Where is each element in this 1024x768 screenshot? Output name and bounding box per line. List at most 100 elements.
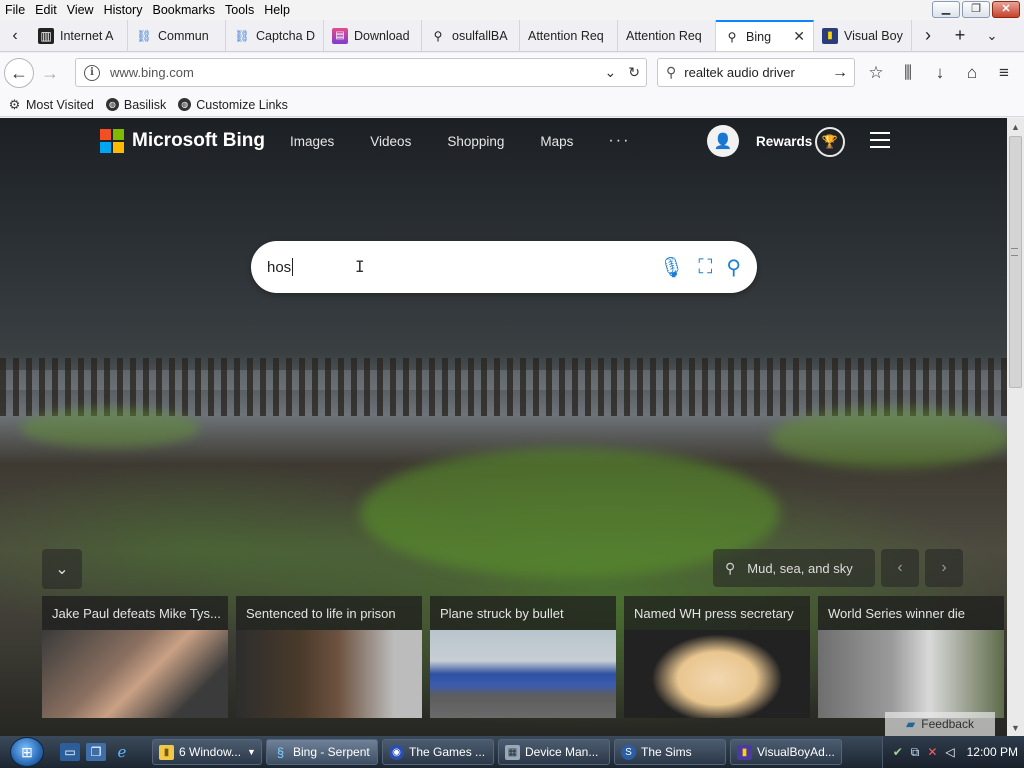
downloads-icon[interactable]: ↓ bbox=[924, 57, 956, 89]
browser-search-bar[interactable]: ⚲ realtek audio driver → bbox=[657, 58, 855, 87]
chevron-down-icon[interactable]: ⌄ bbox=[605, 64, 617, 81]
tab-attention-2[interactable]: Attention Req bbox=[618, 20, 716, 51]
close-window-button[interactable]: ✕ bbox=[992, 1, 1020, 18]
next-image-button[interactable]: › bbox=[925, 549, 963, 587]
back-button[interactable]: ← bbox=[4, 58, 34, 88]
search-icon: ⚲ bbox=[666, 64, 677, 80]
restore-button[interactable]: ❐ bbox=[962, 1, 990, 18]
browser-search-value[interactable]: realtek audio driver bbox=[684, 65, 795, 80]
microphone-icon[interactable]: 🎙 bbox=[659, 255, 684, 280]
library-icon[interactable]: ⫼ bbox=[892, 57, 924, 89]
scrollbar-thumb[interactable] bbox=[1009, 136, 1022, 388]
news-card[interactable]: Plane struck by bullet bbox=[430, 596, 616, 718]
taskbar-the-games[interactable]: ◉ The Games ... bbox=[382, 739, 494, 765]
news-card[interactable]: Sentenced to life in prison bbox=[236, 596, 422, 718]
menu-bar: File Edit View History Bookmarks Tools H… bbox=[0, 0, 1024, 20]
news-card[interactable]: Named WH press secretary bbox=[624, 596, 810, 718]
news-title: World Series winner die bbox=[828, 605, 966, 621]
menu-file[interactable]: File bbox=[0, 3, 30, 17]
hamburger-menu-icon[interactable]: ≡ bbox=[988, 57, 1020, 89]
taskbar-visualboyadvance[interactable]: ▮ VisualBoyAd... bbox=[730, 739, 842, 765]
taskbar-clock[interactable]: 12:00 PM bbox=[967, 745, 1018, 759]
bing-menu-icon[interactable] bbox=[870, 132, 890, 148]
tab-attention-1[interactable]: Attention Req bbox=[520, 20, 618, 51]
tab-scroll-left-button[interactable]: ‹ bbox=[0, 20, 30, 51]
nav-videos[interactable]: Videos bbox=[370, 134, 411, 149]
forward-button[interactable]: → bbox=[34, 57, 66, 89]
bookmark-most-visited[interactable]: ⚙ Most Visited bbox=[8, 98, 94, 112]
nav-shopping[interactable]: Shopping bbox=[447, 134, 504, 149]
volume-muted-icon[interactable]: ✕ bbox=[927, 745, 937, 759]
feedback-button[interactable]: ▰ Feedback bbox=[885, 712, 995, 736]
tab-internet-archive[interactable]: ▥ Internet A bbox=[30, 20, 128, 51]
home-icon[interactable]: ⌂ bbox=[956, 57, 988, 89]
switch-windows-icon[interactable]: ❐ bbox=[86, 743, 106, 761]
text-cursor-icon: I bbox=[355, 257, 365, 276]
url-text[interactable]: www.bing.com bbox=[110, 65, 194, 80]
search-go-icon[interactable]: → bbox=[832, 64, 848, 82]
safely-remove-hardware-icon[interactable]: ✔ bbox=[893, 745, 903, 759]
tab-visual-boy[interactable]: ▮ Visual Boy bbox=[814, 20, 912, 51]
tab-osulfall[interactable]: ⚲ osulfallBA bbox=[422, 20, 520, 51]
bing-search-box[interactable]: hos I 🎙 ⛶ ⚲ bbox=[251, 241, 757, 293]
nav-maps[interactable]: Maps bbox=[540, 134, 573, 149]
scroll-down-icon[interactable]: ▼ bbox=[1007, 719, 1024, 736]
url-bar[interactable]: i www.bing.com ⌄ ↻ bbox=[75, 58, 647, 87]
search-icon[interactable]: ⚲ bbox=[726, 255, 741, 280]
image-location-info[interactable]: ⚲ Mud, sea, and sky bbox=[713, 549, 875, 587]
minimize-button[interactable]: ▁ bbox=[932, 1, 960, 18]
tab-download[interactable]: ▤ Download bbox=[324, 20, 422, 51]
bing-homepage: Microsoft Bing Images Videos Shopping Ma… bbox=[0, 118, 1007, 736]
previous-image-button[interactable]: ‹ bbox=[881, 549, 919, 587]
all-tabs-button[interactable]: ⌄ bbox=[976, 20, 1008, 51]
bing-logo[interactable]: Microsoft Bing bbox=[100, 129, 265, 153]
bookmark-customize-links[interactable]: ◍ Customize Links bbox=[178, 98, 288, 112]
windows-logo-icon: ⊞ bbox=[21, 743, 33, 760]
menu-edit[interactable]: Edit bbox=[30, 3, 62, 17]
tab-captcha[interactable]: ⛓ Captcha D bbox=[226, 20, 324, 51]
news-title: Sentenced to life in prison bbox=[246, 605, 396, 621]
news-card[interactable]: World Series winner die bbox=[818, 596, 1004, 718]
network-icon[interactable]: ⧉ bbox=[911, 745, 920, 760]
news-title: Jake Paul defeats Mike Tys... bbox=[52, 605, 221, 621]
bing-search-input[interactable]: hos bbox=[267, 259, 291, 276]
bookmark-basilisk[interactable]: ◍ Basilisk bbox=[105, 98, 166, 112]
taskbar-windows-group[interactable]: ▮ 6 Window... ▼ bbox=[152, 739, 262, 765]
new-tab-button[interactable]: + bbox=[944, 20, 976, 51]
bookmark-star-icon[interactable]: ☆ bbox=[860, 57, 892, 89]
menu-help[interactable]: Help bbox=[259, 3, 295, 17]
network-icon: ⛓ bbox=[234, 28, 250, 43]
more-nav-icon[interactable]: ··· bbox=[608, 132, 630, 150]
taskbar-the-sims[interactable]: S The Sims bbox=[614, 739, 726, 765]
tab-community[interactable]: ⛓ Commun bbox=[128, 20, 226, 51]
vertical-scrollbar[interactable]: ▲ ▼ bbox=[1007, 118, 1024, 736]
profile-avatar[interactable]: 👤 bbox=[707, 125, 739, 157]
system-tray: ✔ ⧉ ✕ ◁ 12:00 PM bbox=[881, 736, 1024, 768]
collapse-news-button[interactable]: ⌄ bbox=[42, 549, 82, 589]
taskbar-bing-serpent[interactable]: § Bing - Serpent bbox=[266, 739, 378, 765]
volume-icon[interactable]: ◁ bbox=[945, 745, 954, 759]
image-location-text: Mud, sea, and sky bbox=[747, 560, 853, 576]
scroll-up-icon[interactable]: ▲ bbox=[1007, 118, 1024, 135]
menu-view[interactable]: View bbox=[62, 3, 99, 17]
site-info-icon[interactable]: i bbox=[84, 64, 100, 81]
tab-scroll-right-button[interactable]: › bbox=[912, 20, 944, 51]
start-button[interactable]: ⊞ bbox=[10, 737, 44, 767]
user-icon: 👤 bbox=[713, 133, 733, 150]
taskbar-device-manager[interactable]: ▦ Device Man... bbox=[498, 739, 610, 765]
close-tab-icon[interactable]: ✕ bbox=[793, 28, 805, 45]
visual-search-icon[interactable]: ⛶ bbox=[698, 256, 712, 279]
reload-icon[interactable]: ↻ bbox=[628, 64, 640, 81]
internet-explorer-icon[interactable]: ℯ bbox=[112, 743, 132, 761]
rewards-link[interactable]: Rewards bbox=[756, 134, 812, 149]
menu-bookmarks[interactable]: Bookmarks bbox=[147, 3, 220, 17]
menu-history[interactable]: History bbox=[99, 3, 148, 17]
globe-icon: ◍ bbox=[178, 98, 192, 111]
tab-bing[interactable]: ⚲ Bing ✕ bbox=[716, 20, 814, 51]
nav-images[interactable]: Images bbox=[290, 134, 334, 149]
trophy-icon[interactable]: 🏆 bbox=[815, 127, 845, 157]
news-image bbox=[430, 630, 616, 718]
news-card[interactable]: Jake Paul defeats Mike Tys... bbox=[42, 596, 228, 718]
menu-tools[interactable]: Tools bbox=[220, 3, 259, 17]
show-desktop-icon[interactable]: ▭ bbox=[60, 743, 80, 761]
